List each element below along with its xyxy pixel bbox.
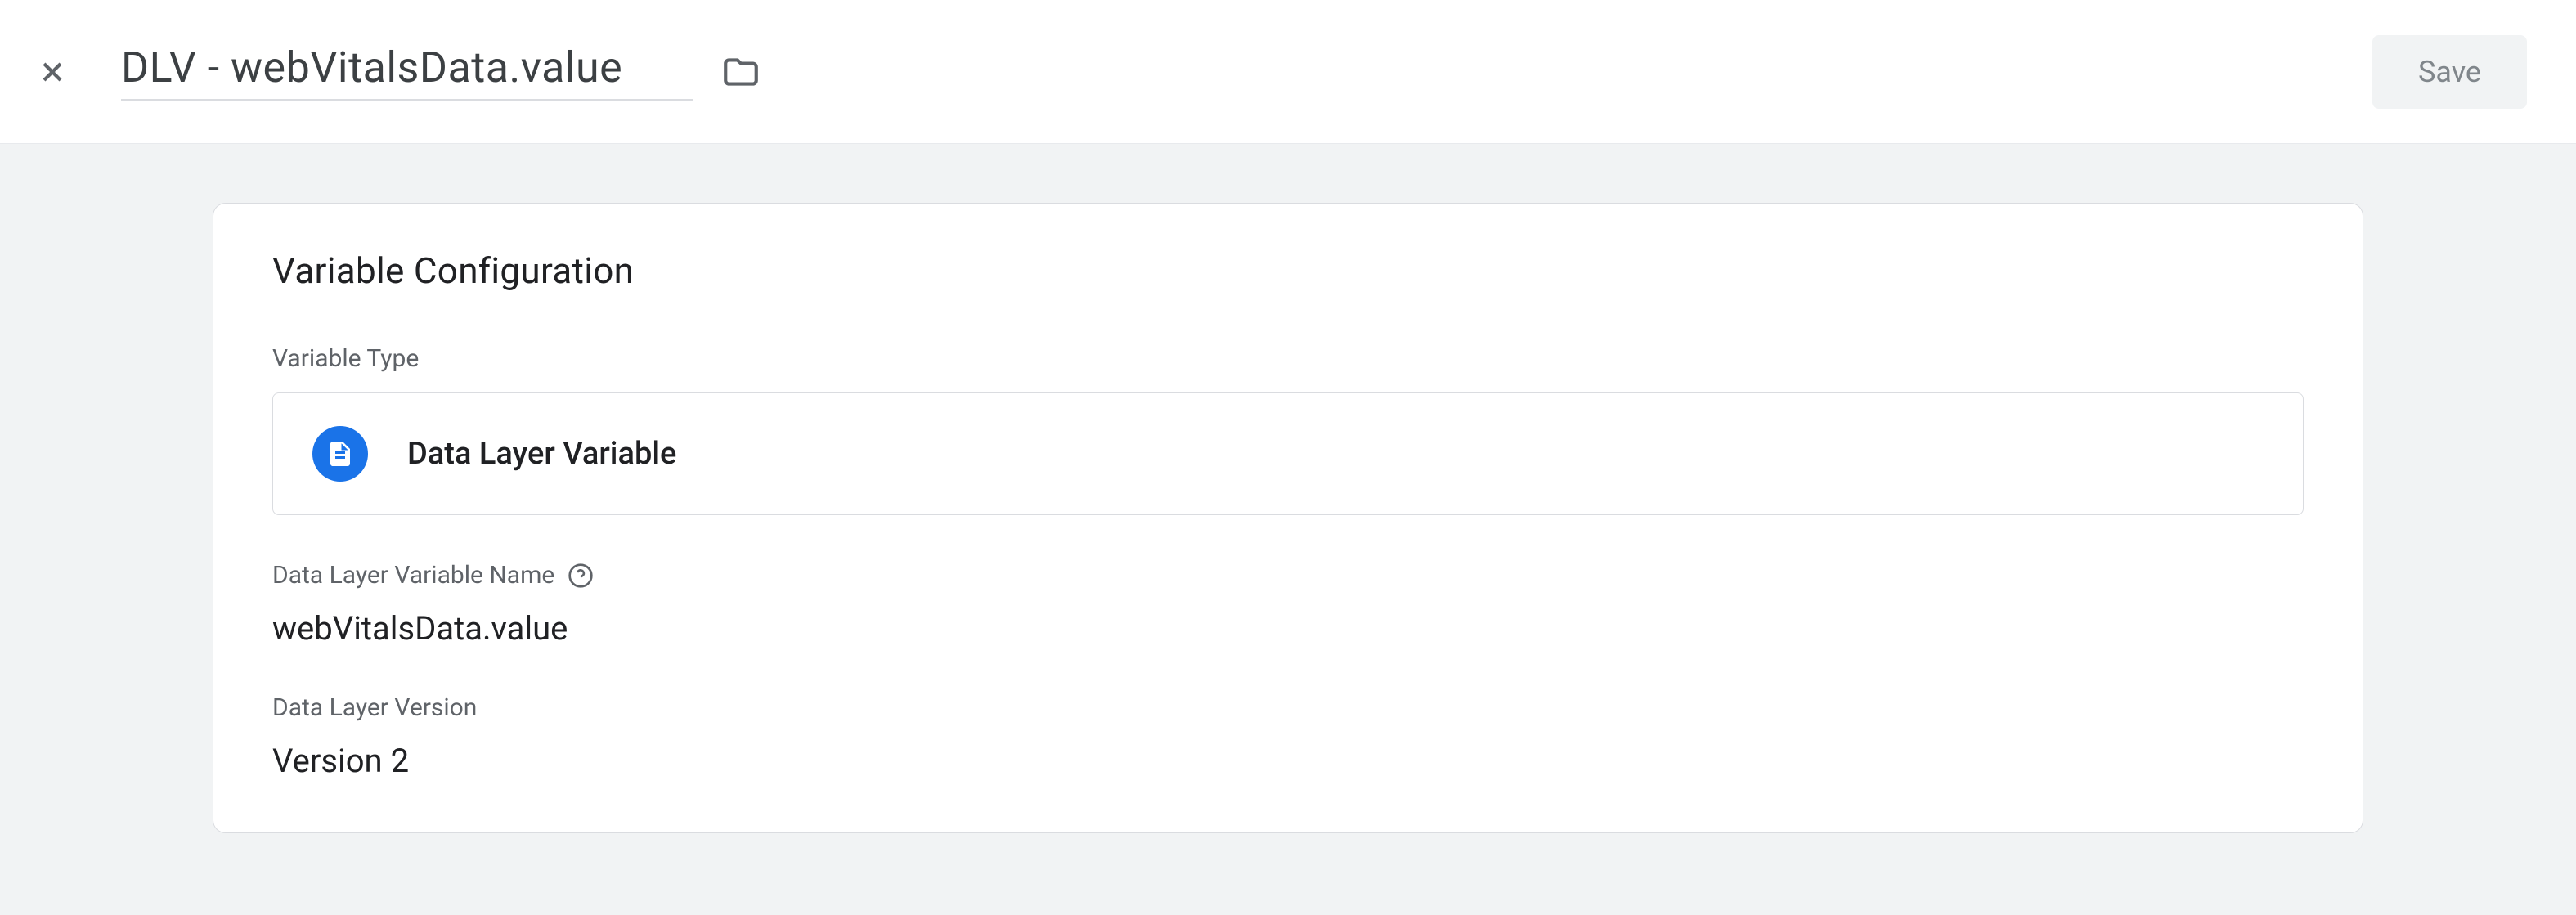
data-layer-variable-icon <box>312 426 368 482</box>
folder-icon[interactable] <box>720 51 762 93</box>
variable-name-value: webVitalsData.value <box>272 609 2304 648</box>
variable-name-label: Data Layer Variable Name <box>272 561 2304 590</box>
variable-name-field: Data Layer Variable Name webVitalsData.v… <box>272 561 2304 648</box>
variable-name-input[interactable] <box>121 43 693 101</box>
close-icon[interactable] <box>33 52 72 92</box>
variable-type-label: Variable Type <box>272 344 2304 373</box>
variable-configuration-card: Variable Configuration Variable Type Dat… <box>213 203 2363 833</box>
variable-type-value: Data Layer Variable <box>407 436 676 472</box>
help-icon[interactable] <box>568 563 594 589</box>
data-layer-version-label: Data Layer Version <box>272 693 2304 722</box>
save-button[interactable]: Save <box>2372 35 2527 109</box>
variable-type-selector[interactable]: Data Layer Variable <box>272 392 2304 515</box>
card-title: Variable Configuration <box>272 249 2304 292</box>
content-area: Variable Configuration Variable Type Dat… <box>0 144 2576 915</box>
header-bar: Save <box>0 0 2576 144</box>
data-layer-version-field: Data Layer Version Version 2 <box>272 693 2304 780</box>
data-layer-version-value: Version 2 <box>272 742 2304 780</box>
